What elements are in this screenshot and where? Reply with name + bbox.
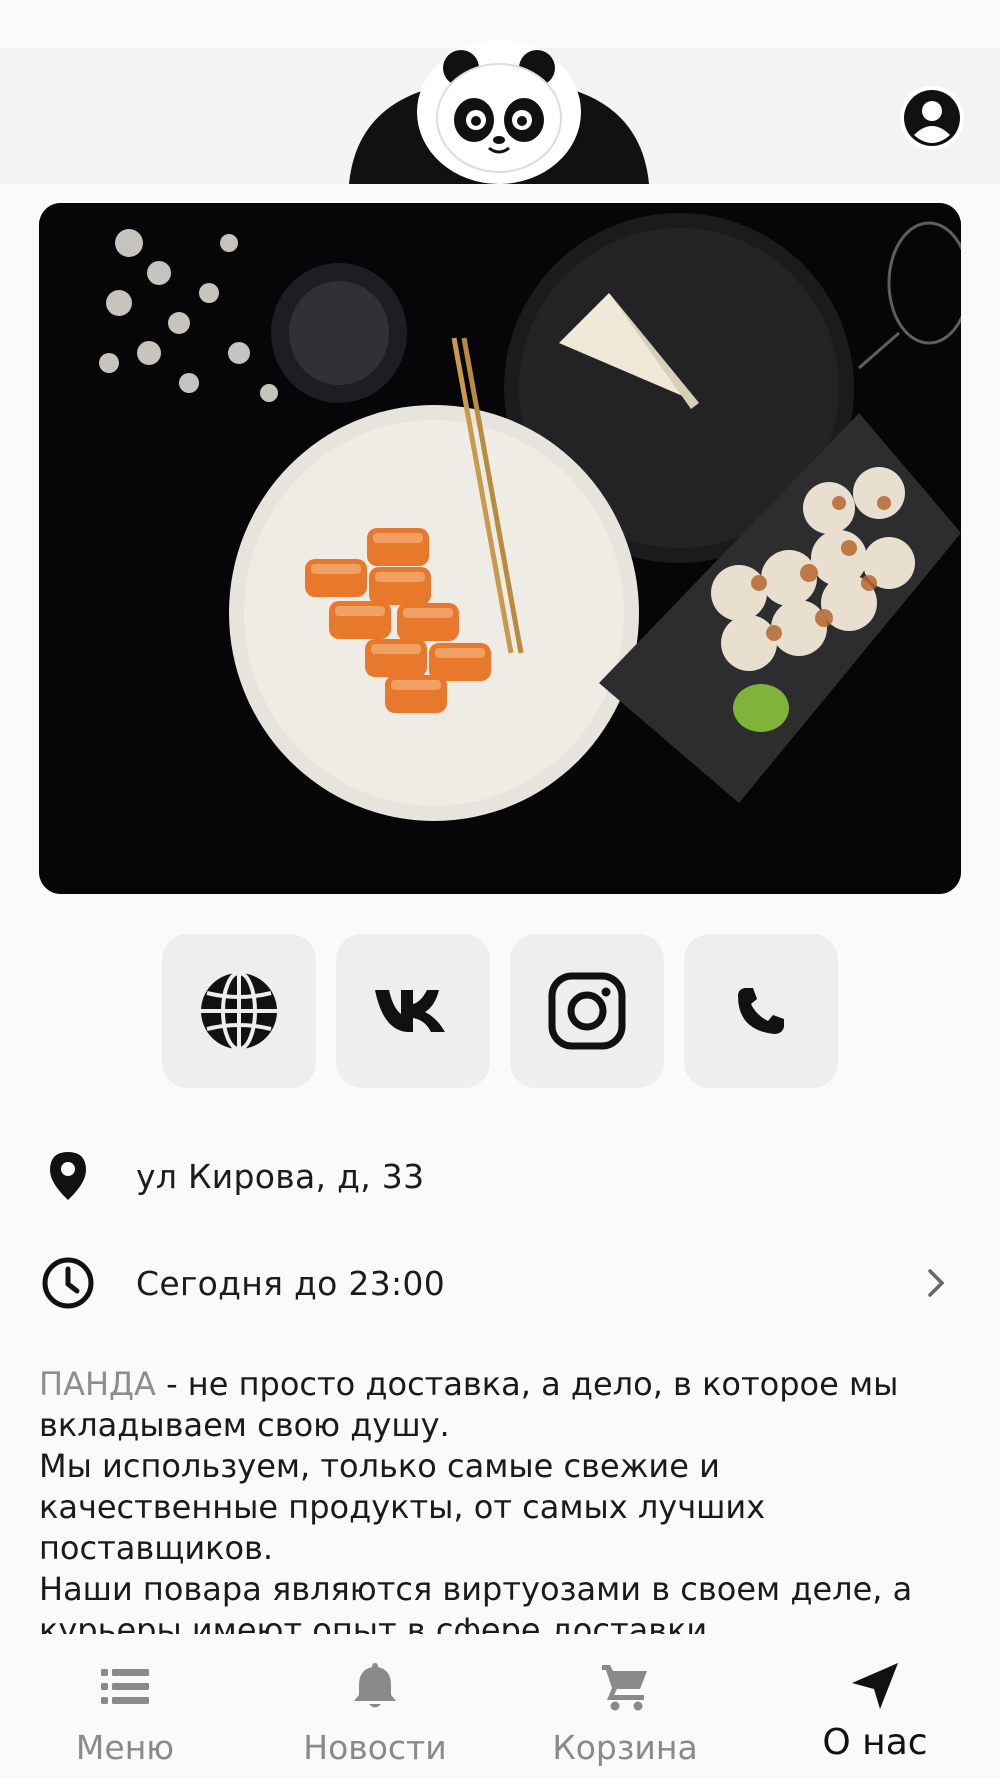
phone-icon bbox=[738, 988, 784, 1034]
bottom-navigation: Меню Новости Корзина О нас bbox=[0, 1634, 1000, 1778]
nav-about-label: О нас bbox=[822, 1722, 928, 1763]
hero-photo bbox=[39, 203, 961, 894]
nav-about[interactable]: О нас bbox=[750, 1634, 1000, 1778]
list-icon bbox=[99, 1660, 151, 1712]
about-screen: ул Кирова, д, 33 Сегодня до 23:00 ПАНДА … bbox=[0, 0, 1000, 1778]
navigation-arrow-icon bbox=[849, 1660, 901, 1712]
location-pin-icon bbox=[40, 1148, 96, 1204]
instagram-icon bbox=[548, 972, 626, 1050]
nav-news[interactable]: Новости bbox=[250, 1634, 500, 1778]
social-links bbox=[162, 934, 838, 1088]
hours-row[interactable]: Сегодня до 23:00 bbox=[40, 1253, 960, 1313]
hours-text: Сегодня до 23:00 bbox=[136, 1263, 446, 1303]
about-description: ПАНДА - не просто доставка, а дело, в ко… bbox=[39, 1364, 969, 1634]
clock-icon bbox=[40, 1255, 96, 1311]
address-text: ул Кирова, д, 33 bbox=[136, 1156, 425, 1196]
description-paragraph-3: Наши повара являются виртуозами в своем … bbox=[39, 1570, 913, 1634]
nav-cart-label: Корзина bbox=[552, 1728, 698, 1767]
brand-name: ПАНДА bbox=[39, 1365, 156, 1403]
bell-icon bbox=[349, 1660, 401, 1712]
cart-icon bbox=[599, 1660, 651, 1712]
description-paragraph-1: ПАНДА - не просто доставка, а дело, в ко… bbox=[39, 1365, 899, 1444]
nav-cart[interactable]: Корзина bbox=[500, 1634, 750, 1778]
globe-icon bbox=[201, 971, 277, 1051]
chevron-right-icon bbox=[926, 1267, 946, 1303]
description-paragraph-2: Мы используем, только самые свежие и кач… bbox=[39, 1447, 766, 1567]
vk-button[interactable] bbox=[336, 934, 490, 1088]
nav-news-label: Новости bbox=[303, 1728, 447, 1767]
phone-button[interactable] bbox=[684, 934, 838, 1088]
nav-menu-label: Меню bbox=[75, 1728, 175, 1767]
website-button[interactable] bbox=[162, 934, 316, 1088]
profile-button[interactable] bbox=[900, 86, 964, 150]
nav-menu[interactable]: Меню bbox=[0, 1634, 250, 1778]
address-row: ул Кирова, д, 33 bbox=[40, 1146, 960, 1206]
vk-icon bbox=[375, 990, 445, 1032]
panda-logo-icon bbox=[349, 40, 649, 184]
user-circle-icon bbox=[904, 90, 960, 146]
instagram-button[interactable] bbox=[510, 934, 664, 1088]
